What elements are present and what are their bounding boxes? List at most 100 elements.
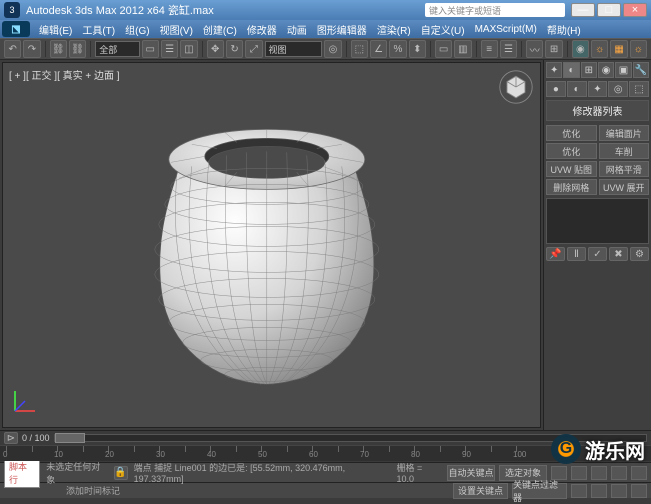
show-result-icon[interactable]: Ⅱ [567, 247, 586, 261]
mirror-button[interactable]: ▥ [454, 40, 471, 58]
app-icon: 3 [4, 2, 20, 18]
menu-edit[interactable]: 编辑(E) [34, 22, 77, 37]
viewport[interactable]: [ + ][ 正交 ][ 真实 + 边面 ] [2, 62, 541, 428]
percent-snap-button[interactable]: % [389, 40, 406, 58]
utilities-tab[interactable]: 🔧 [633, 62, 649, 78]
time-config-icon[interactable]: ⊳ [4, 432, 18, 444]
menu-animation[interactable]: 动画 [282, 22, 312, 37]
minimize-button[interactable]: — [571, 3, 595, 17]
material-editor-button[interactable]: ◉ [572, 40, 589, 58]
nav-max-button[interactable] [631, 484, 647, 498]
pin-stack-icon[interactable]: 📌 [546, 247, 565, 261]
nav-pan-button[interactable] [571, 484, 587, 498]
mod-btn-1b[interactable]: 编辑面片 [599, 125, 650, 141]
render-button[interactable]: ☼ [630, 40, 647, 58]
menu-maxscript[interactable]: MAXScript(M) [470, 24, 542, 35]
schematic-button[interactable]: ⊞ [545, 40, 562, 58]
time-slider-thumb[interactable] [55, 433, 85, 443]
sub-tab-5[interactable]: ⬚ [629, 81, 649, 97]
menu-tools[interactable]: 工具(T) [77, 22, 120, 37]
remove-mod-icon[interactable]: ✖ [609, 247, 628, 261]
mod-btn-1a[interactable]: 优化 [546, 125, 597, 141]
selection-filter[interactable]: 全部 [95, 41, 139, 57]
sub-tab-3[interactable]: ✦ [588, 81, 608, 97]
coord-system[interactable]: 视图 [265, 41, 323, 57]
modifier-stack[interactable] [546, 198, 649, 244]
mod-btn-3b[interactable]: 网格平滑 [599, 161, 650, 177]
menu-grapheditors[interactable]: 图形编辑器 [312, 22, 372, 37]
mod-btn-4b[interactable]: UVW 展开 [599, 179, 650, 195]
setkey-button[interactable]: 设置关键点 [453, 483, 508, 499]
menu-help[interactable]: 帮助(H) [542, 22, 586, 37]
lock-icon[interactable]: 🔒 [114, 466, 128, 480]
curve-editor-button[interactable]: 〰 [526, 40, 543, 58]
viewport-label[interactable]: [ + ][ 正交 ][ 真实 + 边面 ] [9, 67, 120, 82]
make-unique-icon[interactable]: ✓ [588, 247, 607, 261]
sub-tab-4[interactable]: ◎ [608, 81, 628, 97]
mod-btn-3a[interactable]: UVW 贴图 [546, 161, 597, 177]
autokey-button[interactable]: 自动关键点 [447, 465, 495, 481]
select-region-button[interactable]: ◫ [180, 40, 197, 58]
unlink-button[interactable]: ⛓ [69, 40, 86, 58]
menu-create[interactable]: 创建(C) [198, 22, 242, 37]
menu-rendering[interactable]: 渲染(R) [372, 22, 416, 37]
select-name-button[interactable]: ☰ [161, 40, 178, 58]
menu-group[interactable]: 组(G) [120, 22, 154, 37]
keyfilter-button[interactable]: 关键点过滤器 [512, 483, 567, 499]
spinner-snap-button[interactable]: ⬍ [409, 40, 426, 58]
play-prev-button[interactable] [571, 466, 587, 480]
render-setup-button[interactable]: ☼ [591, 40, 608, 58]
pot-object[interactable] [136, 104, 396, 397]
mod-btn-2a[interactable]: 优化 [546, 143, 597, 159]
viewcube[interactable] [498, 69, 534, 105]
application-button[interactable]: ⬔ [2, 21, 30, 37]
play-next-button[interactable] [611, 466, 627, 480]
modify-tab[interactable]: ◐ [563, 62, 579, 78]
script-listener[interactable]: 脚本行 [4, 458, 40, 488]
watermark-logo: G [551, 434, 581, 464]
close-button[interactable]: × [623, 3, 647, 17]
select-button[interactable]: ▭ [142, 40, 159, 58]
play-button[interactable] [591, 466, 607, 480]
sub-tab-2[interactable]: ◐ [567, 81, 587, 97]
create-tab[interactable]: ✦ [546, 62, 562, 78]
layers-button[interactable]: ☰ [500, 40, 517, 58]
sub-tab-1[interactable]: ● [546, 81, 566, 97]
nav-zoom-button[interactable] [591, 484, 607, 498]
pivot-button[interactable]: ◎ [324, 40, 341, 58]
undo-button[interactable]: ↶ [4, 40, 21, 58]
help-search[interactable]: 键入关键字或短语 [425, 3, 565, 17]
link-button[interactable]: ⛓ [50, 40, 67, 58]
nav-orbit-button[interactable] [611, 484, 627, 498]
hierarchy-tab[interactable]: ⊞ [581, 62, 597, 78]
display-tab[interactable]: ▣ [615, 62, 631, 78]
redo-button[interactable]: ↷ [23, 40, 40, 58]
snap-button[interactable]: ⬚ [351, 40, 368, 58]
coords-display: 端点 捕捉 Line001 的边已是: [55.52mm, 320.476mm,… [134, 461, 391, 484]
play-end-button[interactable] [631, 466, 647, 480]
selection-status: 未选定任何对象 [46, 460, 107, 486]
maximize-button[interactable]: □ [597, 3, 621, 17]
addtime-label[interactable]: 添加时间标记 [66, 484, 120, 497]
menu-modifiers[interactable]: 修改器 [242, 22, 282, 37]
configure-icon[interactable]: ⚙ [630, 247, 649, 261]
named-selection-button[interactable]: ▭ [435, 40, 452, 58]
watermark: G 游乐网 [551, 434, 645, 464]
motion-tab[interactable]: ◉ [598, 62, 614, 78]
render-frame-button[interactable]: ▦ [610, 40, 627, 58]
mod-btn-2b[interactable]: 车削 [599, 143, 650, 159]
menu-customize[interactable]: 自定义(U) [416, 22, 470, 37]
grid-display: 栅格 = 10.0 [396, 461, 441, 484]
menu-view[interactable]: 视图(V) [155, 22, 198, 37]
rotate-button[interactable]: ↻ [226, 40, 243, 58]
scale-button[interactable]: ⤢ [245, 40, 262, 58]
mod-btn-4a[interactable]: 删除网格 [546, 179, 597, 195]
move-button[interactable]: ✥ [207, 40, 224, 58]
command-panel: ✦ ◐ ⊞ ◉ ▣ 🔧 ● ◐ ✦ ◎ ⬚ 修改器列表 优化 编辑面片 优化 车… [543, 60, 651, 430]
align-button[interactable]: ≡ [481, 40, 498, 58]
axis-gizmo [11, 385, 41, 415]
modifier-list-label[interactable]: 修改器列表 [546, 100, 649, 121]
frame-display: 0 / 100 [22, 433, 50, 443]
angle-snap-button[interactable]: ∠ [370, 40, 387, 58]
window-title: Autodesk 3ds Max 2012 x64 瓷缸.max [26, 2, 425, 18]
